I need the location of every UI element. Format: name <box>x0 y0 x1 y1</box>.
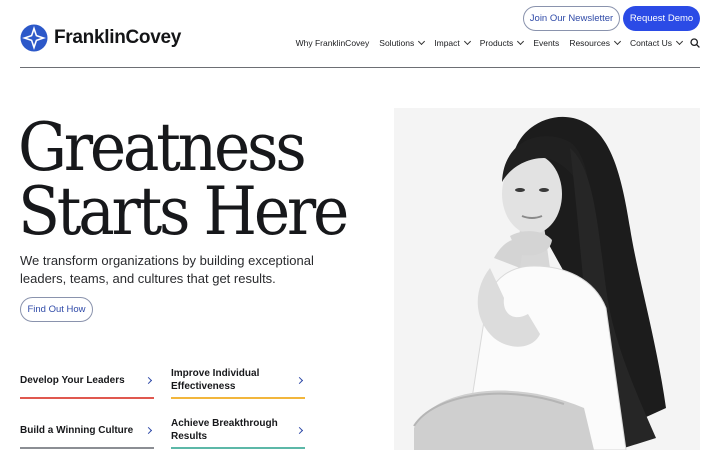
card-improve-effectiveness[interactable]: Improve Individual Effectiveness <box>171 366 305 394</box>
card-label: Achieve Breakthrough Results <box>171 418 278 442</box>
chevron-down-icon <box>517 37 525 46</box>
card-develop-leaders[interactable]: Develop Your Leaders <box>20 373 154 387</box>
card-breakthrough-results[interactable]: Achieve Breakthrough Results <box>171 416 305 444</box>
chevron-down-icon <box>675 37 684 46</box>
nav-item-why-franklincovey[interactable]: Why FranklinCovey <box>296 38 370 48</box>
nav-item-resources[interactable]: Resources <box>569 37 621 48</box>
join-newsletter-button[interactable]: Join Our Newsletter <box>523 6 620 31</box>
chevron-right-icon <box>144 426 153 434</box>
nav-item-contact-us[interactable]: Contact Us <box>630 37 684 48</box>
nav-item-events[interactable]: Events <box>533 38 559 48</box>
card-accent-line-breakthrough <box>171 447 305 449</box>
headline-line-1: Greatness <box>18 109 307 186</box>
chevron-down-icon <box>463 37 471 46</box>
card-accent-line-improve <box>171 397 305 399</box>
hero-headline: Greatness Starts Here <box>18 109 349 250</box>
nav-item-impact[interactable]: Impact <box>434 37 471 48</box>
headline-line-2: Starts Here <box>18 173 349 250</box>
hero-portrait-image <box>394 108 700 450</box>
card-accent-line-develop <box>20 397 154 399</box>
find-out-how-button[interactable]: Find Out How <box>20 297 93 322</box>
chevron-right-icon <box>295 426 304 434</box>
brand-logo[interactable]: FranklinCovey <box>20 24 181 52</box>
chevron-down-icon <box>418 37 426 46</box>
card-label: Develop Your Leaders <box>20 374 125 386</box>
logo-star-icon <box>20 24 48 52</box>
card-winning-culture[interactable]: Build a Winning Culture <box>20 423 154 437</box>
chevron-right-icon <box>144 376 153 384</box>
main-nav: Why FranklinCovey Solutions Impact Produ… <box>296 37 700 49</box>
search-icon[interactable] <box>690 38 700 48</box>
card-accent-line-culture <box>20 447 154 449</box>
chevron-right-icon <box>295 376 304 384</box>
request-demo-button[interactable]: Request Demo <box>623 6 700 31</box>
nav-item-solutions[interactable]: Solutions <box>379 37 426 48</box>
hero-subtext: We transform organizations by building e… <box>20 253 314 286</box>
nav-item-products[interactable]: Products <box>480 37 525 48</box>
card-label: Build a Winning Culture <box>20 424 134 436</box>
brand-name: FranklinCovey <box>54 27 182 48</box>
chevron-down-icon <box>613 37 621 46</box>
card-label: Improve Individual Effectiveness <box>171 368 260 392</box>
header-divider <box>20 67 700 68</box>
